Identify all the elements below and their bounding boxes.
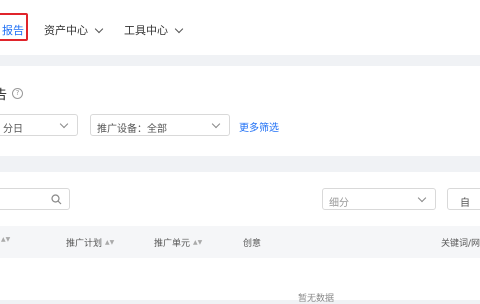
chevron-down-icon [417, 193, 427, 203]
column-header-label: 推广单元 [154, 239, 191, 249]
filter-panel [0, 66, 480, 156]
search-icon [51, 194, 62, 205]
page-title-text: 告 [0, 88, 8, 103]
column-header-label: 关键词/网 [441, 239, 480, 249]
help-icon[interactable]: ? [12, 88, 24, 99]
chevron-down-icon [174, 24, 184, 33]
empty-state-text: 暂无数据 [298, 294, 335, 304]
nav-item-report[interactable]: 报告 [0, 13, 28, 41]
date-granularity-value: 分日 [3, 124, 23, 135]
column-header-label: 推广计划 [66, 239, 103, 249]
segment-select[interactable]: 细分 [322, 188, 436, 210]
page-title: 告 ? [0, 84, 24, 103]
search-input[interactable] [0, 188, 70, 210]
device-select-value: 推广设备：全部 [97, 124, 167, 135]
chevron-down-icon [94, 24, 104, 33]
column-header-label: 创意 [243, 239, 262, 249]
segment-select-placeholder: 细分 [329, 198, 349, 209]
sort-icon: ▲▼ [105, 239, 115, 246]
column-header-keyword: 关键词/网 [441, 236, 480, 249]
date-granularity-select[interactable]: 分日 [0, 114, 78, 136]
nav-item-label: 资产中心 [44, 24, 88, 37]
chevron-down-icon [59, 119, 69, 129]
sort-icon: ▲▼ [1, 236, 11, 243]
column-header-adgroup[interactable]: 推广单元 ▲▼ [154, 236, 202, 249]
custom-columns-label: 自 [460, 198, 470, 209]
sort-icon: ▲▼ [193, 239, 203, 246]
nav-item-tool-center[interactable]: 工具中心 [124, 22, 184, 38]
column-header[interactable]: ▲▼ [0, 236, 10, 243]
nav-item-asset-center[interactable]: 资产中心 [44, 22, 104, 38]
chevron-down-icon [211, 119, 221, 129]
more-filters-link[interactable]: 更多筛选 [239, 119, 279, 134]
device-select[interactable]: 推广设备：全部 [90, 114, 230, 136]
custom-columns-button[interactable]: 自 [447, 188, 480, 210]
nav-item-label: 工具中心 [124, 24, 168, 37]
column-header-campaign[interactable]: 推广计划 ▲▼ [66, 236, 114, 249]
nav-item-report-label: 报告 [2, 24, 24, 37]
column-header-creative: 创意 [243, 236, 261, 249]
